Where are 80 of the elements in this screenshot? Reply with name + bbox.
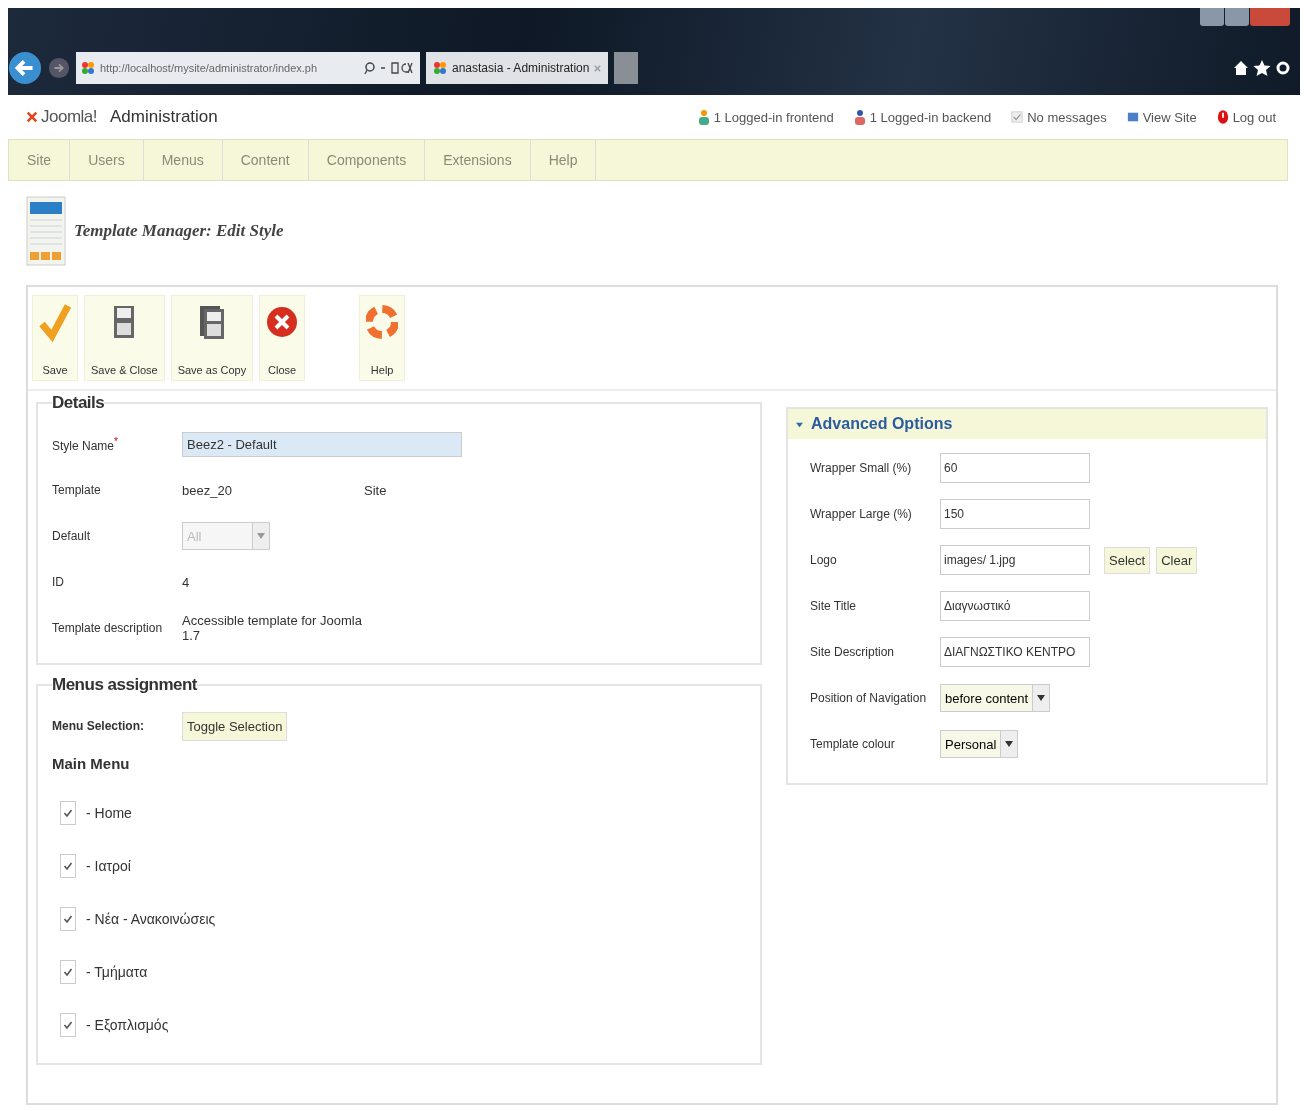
- toolbar-button[interactable]: Close: [259, 295, 306, 381]
- media-button[interactable]: Clear: [1156, 546, 1198, 574]
- caret-icon: [796, 420, 803, 428]
- media-button[interactable]: Select: [1104, 546, 1151, 574]
- status-link[interactable]: 1 Logged-in frontend: [697, 109, 834, 125]
- status-link[interactable]: View Site: [1126, 109, 1197, 125]
- field-label: Default: [52, 529, 91, 543]
- advanced-options-header[interactable]: Advanced Options: [788, 409, 1266, 439]
- status-link[interactable]: Log out: [1216, 109, 1276, 125]
- header-title: Administration: [110, 107, 218, 127]
- menu-item-label: - Ιατροί: [86, 857, 131, 874]
- checkmark-icon: [63, 1019, 73, 1030]
- checkmark-icon: [63, 807, 73, 818]
- menu-item-label: - Νέα - Ανακοινώσεις: [86, 910, 216, 927]
- toolbar-button[interactable]: Save & Close: [84, 295, 165, 381]
- checkbox[interactable]: [60, 1012, 76, 1037]
- menu-title: Main Menu: [52, 755, 131, 772]
- field-label: Template colour: [810, 737, 896, 751]
- field-value: beez_20: [182, 482, 233, 498]
- checkmark-icon: [1011, 109, 1024, 125]
- caret-icon: [1005, 741, 1014, 747]
- status-link[interactable]: No messages: [1011, 109, 1107, 125]
- caret-icon: [1037, 695, 1046, 701]
- field-label: Style Name: [52, 438, 115, 453]
- checkbox[interactable]: [60, 853, 76, 878]
- forward-button[interactable]: [48, 57, 70, 79]
- dropdown[interactable]: before content: [940, 684, 1051, 712]
- address-field[interactable]: http://localhost/mysite/administrator/index.ph: [76, 52, 420, 84]
- field-label: Wrapper Small (%): [810, 461, 913, 475]
- text-field[interactable]: 60: [940, 453, 1090, 483]
- field-value: 4: [182, 574, 191, 590]
- checkmark-icon: [63, 966, 73, 977]
- field-value: Accessible template for Joomla 1.7: [182, 613, 363, 643]
- panel-legend: Menus assignment: [52, 675, 198, 695]
- dropdown[interactable]: Personal: [940, 730, 1019, 758]
- text-field[interactable]: 150: [940, 499, 1090, 529]
- field-label: Logo: [810, 553, 838, 567]
- checkbox[interactable]: [60, 906, 76, 931]
- user-icon: [853, 109, 866, 125]
- checkmark-icon: [63, 913, 73, 924]
- text-field[interactable]: ΔΙΑΓΝΩΣΤΙΚΟ ΚΕΝΤΡΟ: [940, 637, 1090, 667]
- toolbar-button[interactable]: Help: [359, 295, 406, 381]
- menu-item-label: - Τμήματα: [86, 963, 148, 980]
- field-label: Template description: [52, 621, 163, 635]
- caret-icon: [257, 533, 265, 539]
- new-tab-button[interactable]: [614, 52, 639, 84]
- text-field[interactable]: Διαγνωστικό: [940, 591, 1090, 621]
- toolbar-button[interactable]: Save: [32, 295, 78, 381]
- field-label: Menu Selection:: [52, 719, 145, 733]
- field-label: Position of Navigation: [810, 691, 928, 705]
- field-label: Site Description: [810, 645, 896, 659]
- window-controls[interactable]: [1200, 8, 1290, 28]
- back-button[interactable]: [8, 51, 42, 85]
- checkbox[interactable]: [60, 800, 76, 825]
- field-value: Site: [364, 482, 387, 498]
- joomla-icon: [432, 60, 448, 76]
- joomla-logo-icon: [26, 111, 38, 123]
- brand-name: Joomla!: [41, 107, 98, 127]
- menu-item-label: - Home: [86, 804, 132, 821]
- browser-tab[interactable]: anastasia - Administration: [426, 52, 609, 84]
- field-label: Wrapper Large (%): [810, 507, 913, 521]
- page-title: Template Manager: Edit Style: [74, 221, 284, 241]
- style-name-field[interactable]: Beez2 - Default: [182, 431, 462, 457]
- checkmark-icon: [63, 860, 73, 871]
- toolbar-button[interactable]: Save as Copy: [170, 295, 254, 381]
- required-mark: *: [114, 435, 118, 447]
- joomla-icon: [80, 60, 96, 76]
- field-label: Template: [52, 483, 101, 497]
- user-icon: [697, 109, 710, 125]
- toggle-selection-button[interactable]: Toggle Selection: [182, 711, 288, 741]
- field-label: ID: [52, 575, 64, 589]
- template-icon: [26, 195, 66, 267]
- status-link[interactable]: 1 Logged-in backend: [853, 109, 992, 125]
- home-favorites-settings-icon[interactable]: [1232, 59, 1292, 77]
- logo-field[interactable]: images/ 1.jpg: [940, 545, 1090, 575]
- field-label: Site Title: [810, 599, 858, 613]
- checkbox[interactable]: [60, 959, 76, 984]
- panel-legend: Details: [52, 393, 105, 413]
- menu-item-label: - Εξοπλισμός: [86, 1016, 169, 1033]
- power-icon: [1216, 109, 1229, 125]
